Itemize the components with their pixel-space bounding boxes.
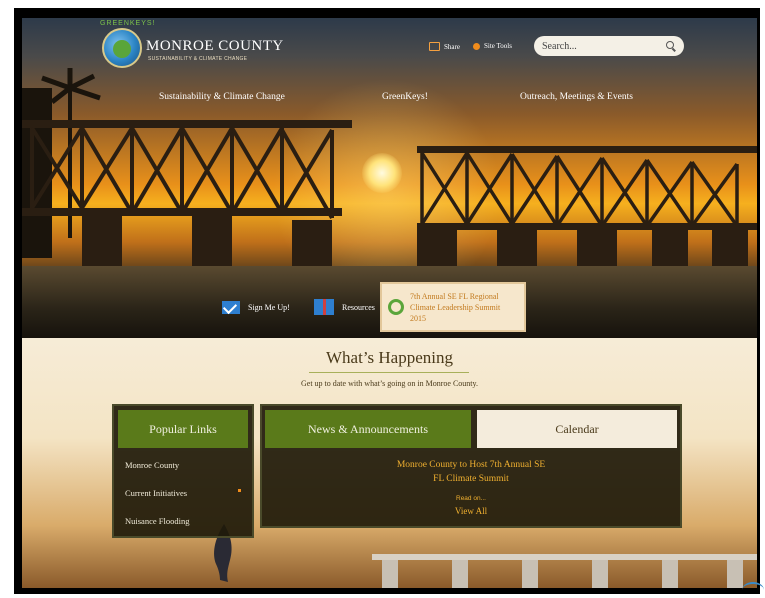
site-subtitle: SUSTAINABILITY & CLIMATE CHANGE bbox=[148, 56, 248, 62]
view-all-link[interactable]: View All bbox=[260, 506, 682, 516]
search-icon[interactable] bbox=[666, 41, 674, 49]
title-divider bbox=[309, 372, 469, 373]
nav-item-sustainability[interactable]: Sustainability & Climate Change bbox=[159, 92, 285, 102]
summit-line-1: 7th Annual SE FL Regional bbox=[410, 291, 499, 301]
website-screen: GREENKEYS! MONROE COUNTY SUSTAINABILITY … bbox=[22, 18, 757, 588]
summit-line-2: Climate Leadership Summit 2015 bbox=[410, 302, 501, 323]
resources-link[interactable]: Resources bbox=[314, 299, 375, 315]
site-tools-button[interactable]: Site Tools bbox=[473, 42, 512, 50]
share-button[interactable]: Share bbox=[429, 42, 460, 51]
mail-icon bbox=[222, 301, 240, 314]
gear-icon bbox=[473, 42, 480, 50]
nav-item-outreach[interactable]: Outreach, Meetings & Events bbox=[520, 92, 633, 102]
news-headline-line-2[interactable]: FL Climate Summit bbox=[433, 474, 509, 484]
popular-link-monroe-county[interactable]: Monroe County bbox=[125, 460, 179, 470]
share-icon bbox=[429, 42, 440, 51]
palm-icon bbox=[113, 40, 131, 58]
chevron-right-icon[interactable] bbox=[238, 489, 241, 492]
resources-label: Resources bbox=[342, 302, 375, 312]
summit-text: 7th Annual SE FL Regional Climate Leader… bbox=[410, 291, 518, 324]
pier-silhouette bbox=[372, 554, 757, 588]
greenkeys-logo-icon[interactable] bbox=[102, 28, 142, 68]
popular-link-nuisance-flooding[interactable]: Nuisance Flooding bbox=[125, 516, 189, 526]
tab-news-announcements[interactable]: News & Announcements bbox=[265, 410, 471, 448]
search-box[interactable] bbox=[534, 36, 684, 57]
search-input[interactable] bbox=[542, 36, 652, 57]
corner-swoosh-decoration bbox=[742, 582, 764, 598]
nav-item-greenkeys[interactable]: GreenKeys! bbox=[382, 92, 428, 102]
site-title[interactable]: MONROE COUNTY bbox=[146, 38, 284, 55]
popular-link-current-initiatives[interactable]: Current Initiatives bbox=[125, 488, 187, 498]
whats-happening-title: What’s Happening bbox=[326, 348, 453, 367]
site-tools-label: Site Tools bbox=[484, 42, 512, 50]
news-headline[interactable]: Monroe County to Host 7th Annual SE FL C… bbox=[260, 458, 682, 486]
summit-logo-icon bbox=[388, 299, 404, 315]
sign-me-up-link[interactable]: Sign Me Up! bbox=[222, 301, 290, 314]
summit-link[interactable]: 7th Annual SE FL Regional Climate Leader… bbox=[380, 282, 526, 332]
logo-arc-text: GREENKEYS! bbox=[100, 20, 156, 27]
read-on-link[interactable]: Read on... bbox=[260, 495, 682, 502]
sign-me-up-label: Sign Me Up! bbox=[248, 303, 290, 312]
books-icon bbox=[314, 299, 334, 315]
popular-links-heading: Popular Links bbox=[118, 410, 248, 448]
news-headline-line-1[interactable]: Monroe County to Host 7th Annual SE bbox=[397, 460, 545, 470]
share-label: Share bbox=[444, 42, 460, 51]
whats-happening-subtitle: Get up to date with what’s going on in M… bbox=[300, 379, 479, 388]
tab-calendar[interactable]: Calendar bbox=[477, 410, 677, 448]
